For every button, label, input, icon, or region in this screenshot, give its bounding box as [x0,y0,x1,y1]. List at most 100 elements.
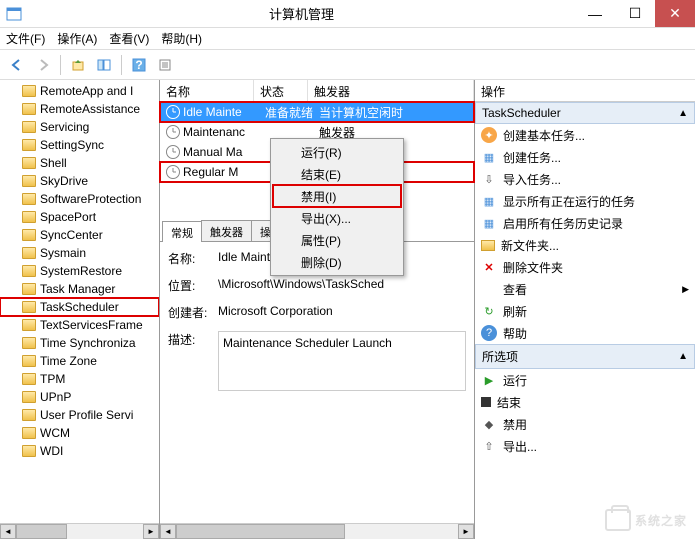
tree-item[interactable]: UPnP [0,388,159,406]
action-item[interactable]: ▦创建任务... [475,146,695,168]
action-item[interactable]: ?帮助 [475,322,695,344]
action-label: 导出... [503,438,537,455]
tree-item[interactable]: WCM [0,424,159,442]
scroll-right-button[interactable]: ► [143,524,159,539]
tree-item[interactable]: Time Synchroniza [0,334,159,352]
tree-item[interactable]: Sysmain [0,244,159,262]
minimize-button[interactable]: — [575,0,615,27]
tree-item[interactable]: WDI [0,442,159,460]
menubar: 文件(F) 操作(A) 查看(V) 帮助(H) [0,28,695,50]
action-section-title[interactable]: 所选项▲ [475,344,695,369]
tree-item-label: SyncCenter [40,228,103,242]
context-menu: 运行(R)结束(E)禁用(I)导出(X)...属性(P)删除(D) [270,138,404,276]
forward-button[interactable] [32,54,54,76]
tree-item[interactable]: Shell [0,154,159,172]
action-label: 运行 [503,372,527,389]
action-icon: ⇧ [481,438,497,454]
clock-icon [166,145,180,159]
action-item[interactable]: ⇧ 导出... [475,435,695,457]
tree-item[interactable]: SpacePort [0,208,159,226]
tree-item[interactable]: TextServicesFrame [0,316,159,334]
folder-icon [22,319,36,331]
action-icon: ↻ [481,303,497,319]
horizontal-scrollbar[interactable]: ◄ ► [0,523,159,539]
context-menu-item[interactable]: 属性(P) [273,229,401,251]
tree-item[interactable]: Time Zone [0,352,159,370]
tree-item[interactable]: User Profile Servi [0,406,159,424]
tree-item[interactable]: Servicing [0,118,159,136]
details-panel: 名称: Idle Maintenance 位置: \Microsoft\Wind… [160,242,474,539]
context-menu-item[interactable]: 结束(E) [273,163,401,185]
action-item[interactable]: ↻刷新 [475,300,695,322]
location-label: 位置: [168,277,218,294]
task-list-header: 名称 状态 触发器 [160,80,474,102]
tab[interactable]: 触发器 [201,220,252,241]
action-item[interactable]: ◆禁用 [475,413,695,435]
menu-file[interactable]: 文件(F) [6,30,45,47]
view-button[interactable] [93,54,115,76]
tree-item[interactable]: SoftwareProtection [0,190,159,208]
action-icon [481,240,495,251]
action-item[interactable]: ▦显示所有正在运行的任务 [475,190,695,212]
folder-icon [22,193,36,205]
folder-icon [22,337,36,349]
tree-item[interactable]: TaskScheduler [0,298,159,316]
col-trigger[interactable]: 触发器 [308,80,474,101]
tree-item-label: Shell [40,156,67,170]
tree-item-label: TaskScheduler [40,300,119,314]
up-button[interactable] [67,54,89,76]
context-menu-item[interactable]: 运行(R) [273,141,401,163]
folder-icon [22,121,36,133]
tree-item[interactable]: SkyDrive [0,172,159,190]
tree-item-label: User Profile Servi [40,408,133,422]
maximize-button[interactable]: ☐ [615,0,655,27]
desc-value[interactable]: Maintenance Scheduler Launch [218,331,466,391]
help-button[interactable]: ? [128,54,150,76]
creator-label: 创建者: [168,304,218,321]
action-item[interactable]: ✦创建基本任务... [475,124,695,146]
tree-item[interactable]: SystemRestore [0,262,159,280]
menu-help[interactable]: 帮助(H) [161,30,202,47]
scroll-left-button[interactable]: ◄ [0,524,16,539]
col-name[interactable]: 名称 [160,80,254,101]
scroll-thumb[interactable] [16,524,67,539]
task-name: Maintenanc [183,125,265,139]
task-row[interactable]: Idle Mainte准备就绪当计算机空闲时 [160,102,474,122]
tree-item[interactable]: Task Manager [0,280,159,298]
tree-item[interactable]: RemoteAssistance [0,100,159,118]
action-section-title[interactable]: TaskScheduler▲ [475,102,695,124]
menu-view[interactable]: 查看(V) [109,30,149,47]
action-item[interactable]: 新文件夹... [475,234,695,256]
context-menu-item[interactable]: 禁用(I) [273,185,401,207]
task-list[interactable]: Idle Mainte准备就绪当计算机空闲时Maintenanc触发器Manua… [160,102,474,220]
tree-item-label: RemoteApp and I [40,84,133,98]
collapse-icon: ▲ [678,108,688,119]
tree-item[interactable]: SyncCenter [0,226,159,244]
close-button[interactable]: ✕ [655,0,695,27]
action-icon: ◆ [481,416,497,432]
action-item[interactable]: ▦启用所有任务历史记录 [475,212,695,234]
context-menu-item[interactable]: 导出(X)... [273,207,401,229]
action-icon: ? [481,325,497,341]
folder-icon [22,409,36,421]
action-item[interactable]: ▶运行 [475,369,695,391]
action-item[interactable]: 查看▶ [475,278,695,300]
refresh-button[interactable] [154,54,176,76]
tab[interactable]: 常规 [162,221,202,242]
action-item[interactable]: ✕删除文件夹 [475,256,695,278]
tree-item[interactable]: TPM [0,370,159,388]
folder-icon [22,265,36,277]
tree-item[interactable]: SettingSync [0,136,159,154]
clock-icon [166,105,180,119]
col-state[interactable]: 状态 [254,80,308,101]
action-label: 导入任务... [503,171,561,188]
action-item[interactable]: ⇩导入任务... [475,168,695,190]
back-button[interactable] [6,54,28,76]
menu-action[interactable]: 操作(A) [57,30,97,47]
context-menu-item[interactable]: 删除(D) [273,251,401,273]
tree-item-label: SoftwareProtection [40,192,141,206]
tree-item-label: Time Zone [40,354,97,368]
action-item[interactable]: 结束 [475,391,695,413]
tree-item[interactable]: RemoteApp and I [0,82,159,100]
folder-tree[interactable]: RemoteApp and I RemoteAssistanceServicing… [0,80,159,523]
